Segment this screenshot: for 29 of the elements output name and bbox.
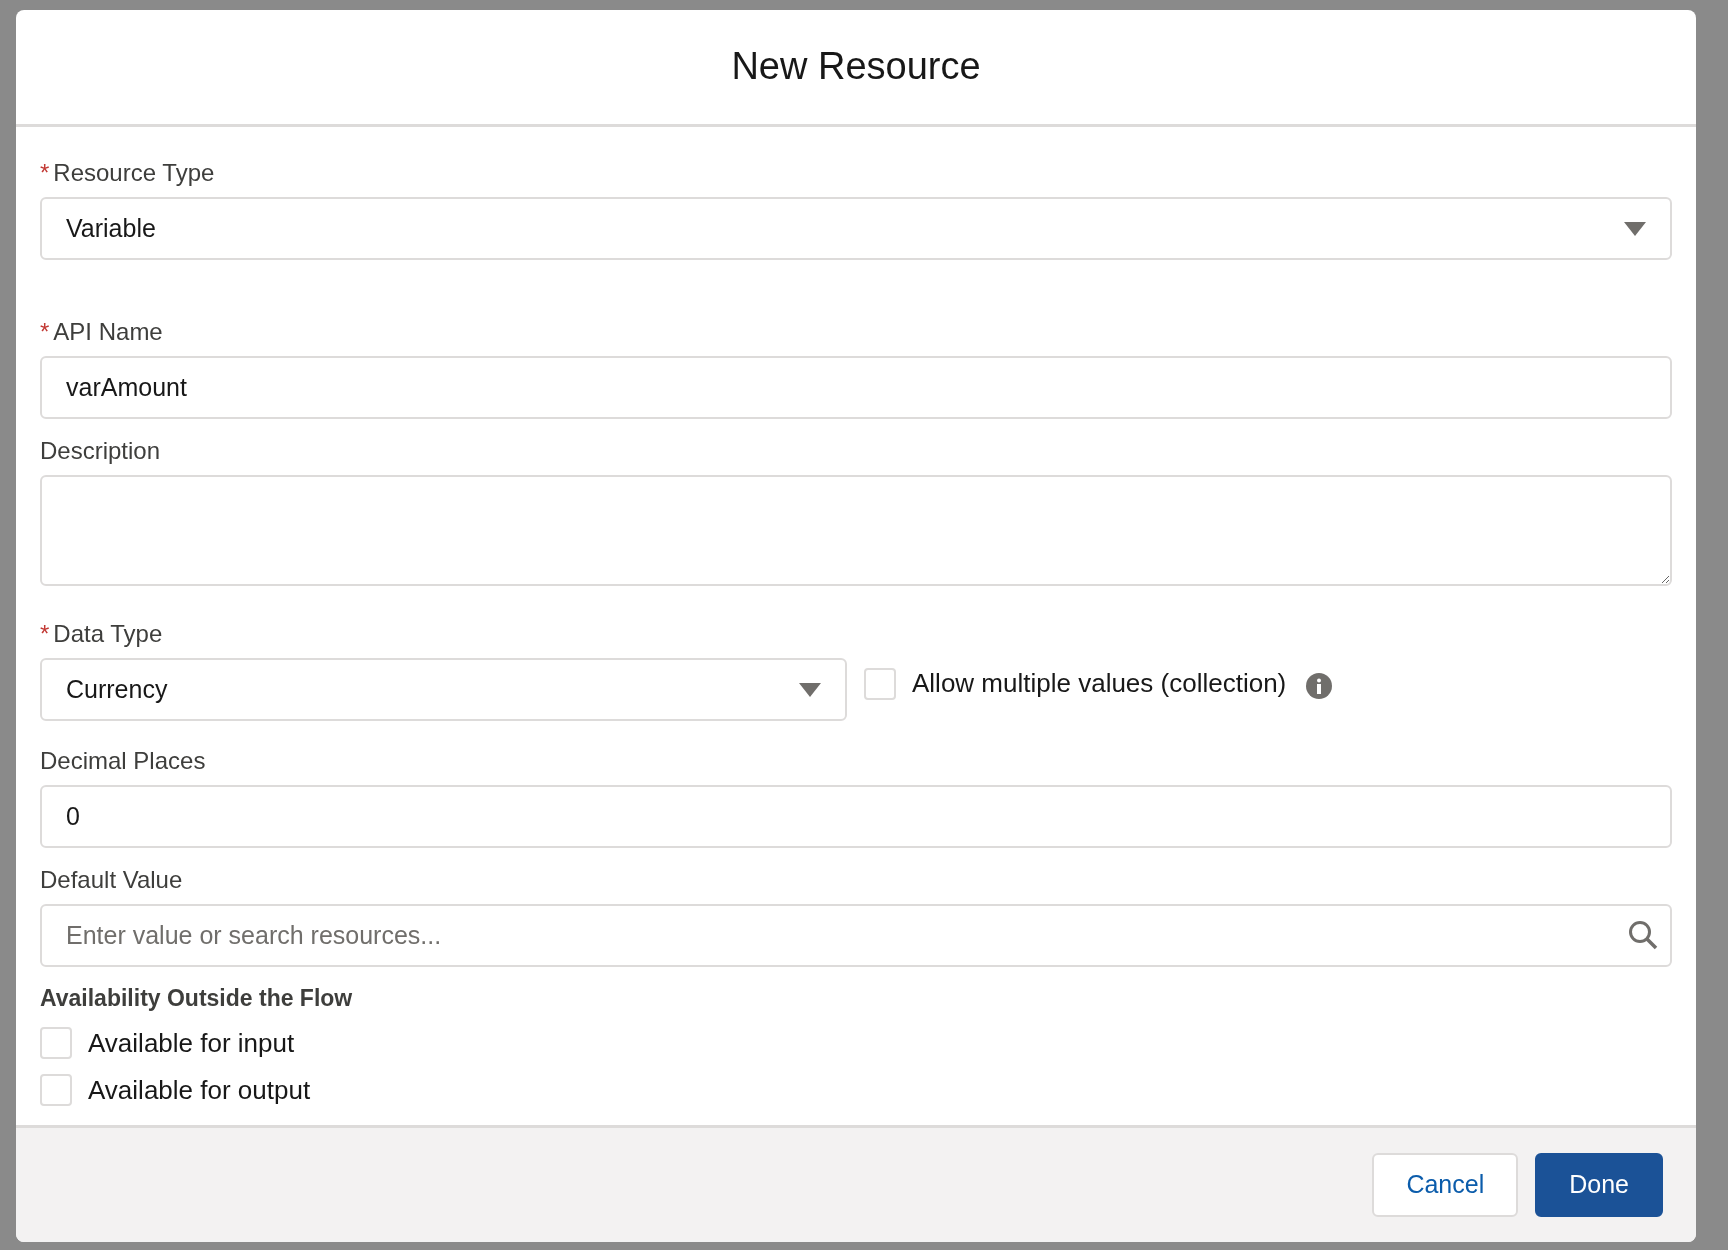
checkbox-label: Allow multiple values (collection) xyxy=(912,667,1287,700)
textarea-field[interactable] xyxy=(40,475,1672,586)
field-label: Description xyxy=(40,437,161,464)
field-label: Data Type xyxy=(53,620,163,647)
required-asterisk: * xyxy=(40,318,50,345)
input-field[interactable]: 0 xyxy=(40,785,1672,848)
select-field[interactable]: Variable xyxy=(40,197,1672,260)
required-asterisk: * xyxy=(40,159,50,186)
field-label: API Name xyxy=(53,318,163,345)
section-heading: Availability Outside the Flow xyxy=(40,984,354,1013)
checkbox-label: Available for output xyxy=(88,1073,311,1107)
search-field[interactable]: Enter value or search resources... xyxy=(40,904,1672,967)
select-field[interactable]: Currency xyxy=(40,658,847,721)
search-icon xyxy=(1628,920,1658,950)
checkbox[interactable] xyxy=(864,667,896,700)
checkbox-label: Available for input xyxy=(88,1026,295,1060)
done-button[interactable]: Done xyxy=(1535,1153,1663,1217)
caret-icon xyxy=(1624,222,1646,236)
checkbox[interactable] xyxy=(40,1074,72,1106)
dialog-title: New Resource xyxy=(731,44,981,90)
caret-icon xyxy=(799,683,821,697)
field-label: Resource Type xyxy=(53,159,215,186)
required-asterisk: * xyxy=(40,620,50,647)
cancel-button[interactable]: Cancel xyxy=(1372,1153,1519,1217)
field-label: Decimal Places xyxy=(40,747,206,774)
checkbox[interactable] xyxy=(40,1027,72,1059)
input-field[interactable]: varAmount xyxy=(40,356,1672,419)
field-label: Default Value xyxy=(40,866,183,893)
info-icon[interactable] xyxy=(1306,672,1333,699)
